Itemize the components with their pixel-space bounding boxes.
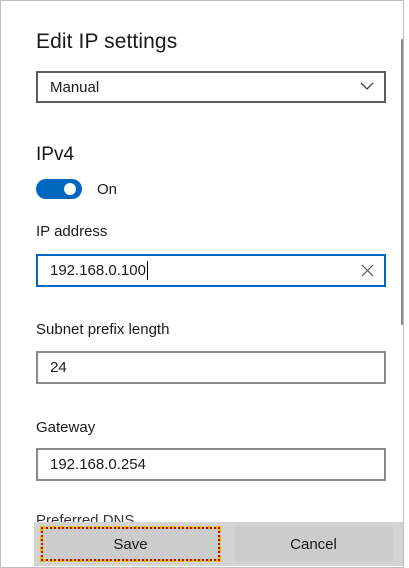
ip-address-label: IP address [36,223,108,240]
ip-assignment-select[interactable]: Manual [36,71,386,103]
subnet-prefix-length-value: 24 [50,359,67,376]
text-caret [146,261,148,280]
scrollbar[interactable] [401,39,403,325]
subnet-prefix-length-label: Subnet prefix length [36,321,170,338]
edit-ip-settings-dialog: Edit IP settings Manual IPv4 On IP addre… [0,0,404,568]
dialog-footer: Save Cancel [34,522,403,566]
subnet-prefix-length-input[interactable]: 24 [36,351,386,384]
ip-address-value: 192.168.0.100 [50,262,146,279]
clear-icon[interactable] [361,264,374,277]
cancel-button[interactable]: Cancel [234,526,393,562]
toggle-knob [64,183,76,195]
ipv4-toggle-row: On [36,179,117,199]
ip-assignment-select-value: Manual [50,78,100,96]
save-button[interactable]: Save [40,526,221,562]
gateway-value: 192.168.0.254 [50,456,146,473]
gateway-input[interactable]: 192.168.0.254 [36,448,386,481]
ipv4-section-title: IPv4 [36,144,75,165]
ip-address-input[interactable]: 192.168.0.100 [36,254,386,287]
gateway-label: Gateway [36,419,96,436]
ipv4-toggle[interactable] [36,179,82,199]
chevron-down-icon [360,82,374,90]
ipv4-toggle-state-label: On [97,180,118,198]
dialog-title: Edit IP settings [36,30,178,53]
